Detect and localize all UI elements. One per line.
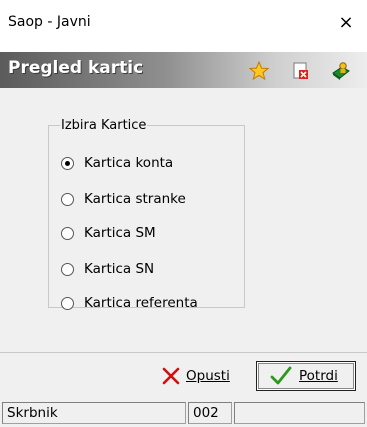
radio-kartica-konta[interactable]: Kartica konta	[61, 152, 173, 174]
radio-kartica-referenta[interactable]: Kartica referenta	[61, 292, 198, 314]
radio-button-icon[interactable]	[61, 296, 74, 310]
radio-label: Kartica SN	[84, 261, 155, 277]
radio-kartica-sn[interactable]: Kartica SN	[61, 258, 154, 280]
star-icon[interactable]	[249, 61, 269, 81]
radio-label: Kartica referenta	[84, 295, 198, 311]
close-button[interactable]: ×	[331, 8, 361, 38]
radio-kartica-stranke[interactable]: Kartica stranke	[61, 188, 186, 210]
radio-label: Kartica SM	[84, 225, 156, 241]
cancel-label: Opusti	[186, 368, 230, 384]
radio-kartica-sm[interactable]: Kartica SM	[61, 222, 156, 244]
status-user: Skrbnik	[2, 402, 186, 424]
close-x-icon	[162, 367, 180, 385]
radio-button-icon[interactable]	[61, 192, 74, 206]
confirm-label: Potrdi	[299, 368, 338, 384]
status-code: 002	[188, 402, 232, 424]
document-delete-icon[interactable]	[291, 61, 311, 81]
radio-label: Kartica stranke	[84, 191, 186, 207]
book-person-icon[interactable]	[331, 61, 351, 81]
radio-button-icon[interactable]	[61, 226, 74, 240]
cancel-button[interactable]: Opusti	[160, 361, 246, 391]
window-title: Saop - Javni	[8, 14, 91, 30]
card-selection-group: Izbira Kartice Kartica konta Kartica str…	[48, 118, 245, 311]
page-title: Pregled kartic	[8, 58, 144, 78]
title-bar: Saop - Javni ×	[0, 0, 367, 52]
button-area: Opusti Potrdi	[0, 353, 367, 399]
status-extra	[234, 402, 365, 424]
checkmark-icon	[270, 366, 292, 385]
confirm-button[interactable]: Potrdi	[256, 361, 356, 391]
content-panel: Izbira Kartice Kartica konta Kartica str…	[0, 88, 367, 353]
radio-label: Kartica konta	[84, 155, 174, 171]
status-bar: Skrbnik 002	[0, 400, 367, 427]
group-legend: Izbira Kartice	[61, 118, 147, 133]
header-band: Pregled kartic	[0, 52, 367, 88]
radio-button-icon[interactable]	[61, 262, 74, 276]
radio-button-icon[interactable]	[61, 156, 74, 170]
